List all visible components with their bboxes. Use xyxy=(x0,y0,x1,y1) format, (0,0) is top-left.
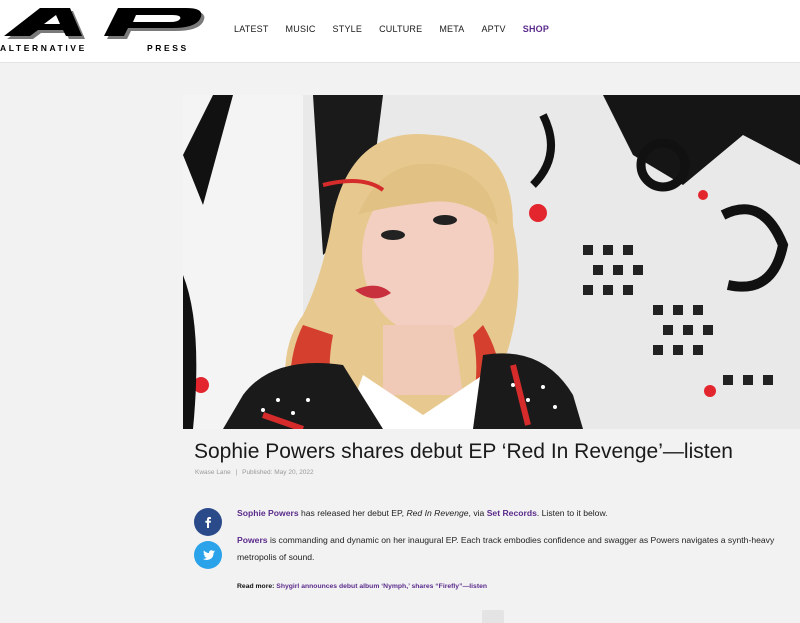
facebook-icon xyxy=(205,517,211,528)
nav-aptv[interactable]: APTV xyxy=(481,23,505,35)
p1-text-3: . Listen to it below. xyxy=(536,508,608,518)
logo-graphic xyxy=(4,8,205,39)
read-more: Read more: Shygirl announces debut album… xyxy=(237,582,487,592)
embed-placeholder xyxy=(482,610,504,623)
hero-image xyxy=(183,95,800,429)
ep-title: Red In Revenge xyxy=(406,508,469,518)
nav-shop[interactable]: SHOP xyxy=(523,23,549,35)
nav-music[interactable]: MUSIC xyxy=(286,23,316,35)
nav-culture[interactable]: CULTURE xyxy=(379,23,422,35)
artist-link-2[interactable]: Powers xyxy=(237,535,268,545)
ap-logo[interactable]: ALTERNATIVE PRESS xyxy=(0,6,208,53)
article-title: Sophie Powers shares debut EP ‘Red In Re… xyxy=(194,440,733,463)
twitter-share-button[interactable] xyxy=(194,541,222,569)
read-more-label: Read more: xyxy=(237,583,277,590)
byline: Kwase Lane | Published: May 20, 2022 xyxy=(195,469,314,477)
logo-tagline-left: ALTERNATIVE xyxy=(0,43,87,53)
p1-text-2: , via xyxy=(468,508,487,518)
p1-text-1: has released her debut EP, xyxy=(298,508,407,518)
publish-date: Published: May 20, 2022 xyxy=(242,469,314,476)
nav-meta[interactable]: META xyxy=(439,23,464,35)
byline-separator: | xyxy=(235,469,238,476)
site-header: ALTERNATIVE PRESS LATEST MUSIC STYLE CUL… xyxy=(0,0,800,63)
nav-latest[interactable]: LATEST xyxy=(234,23,269,35)
label-link[interactable]: Set Records xyxy=(487,508,537,518)
article-paragraph-2: Powers is commanding and dynamic on her … xyxy=(237,532,777,565)
logo-tagline-right: PRESS xyxy=(147,43,189,53)
main-nav: LATEST MUSIC STYLE CULTURE META APTV SHO… xyxy=(234,23,566,35)
p2-text-1: is commanding and dynamic on her inaugur… xyxy=(237,535,775,562)
article-paragraph-1: Sophie Powers has released her debut EP,… xyxy=(237,505,777,522)
author-name[interactable]: Kwase Lane xyxy=(195,469,231,476)
hero-illustration xyxy=(183,95,800,429)
twitter-icon xyxy=(202,549,215,560)
facebook-share-button[interactable] xyxy=(194,508,222,536)
artist-link[interactable]: Sophie Powers xyxy=(237,508,299,518)
nav-style[interactable]: STYLE xyxy=(333,23,363,35)
read-more-link[interactable]: Shygirl announces debut album ‘Nymph,’ s… xyxy=(276,583,487,590)
